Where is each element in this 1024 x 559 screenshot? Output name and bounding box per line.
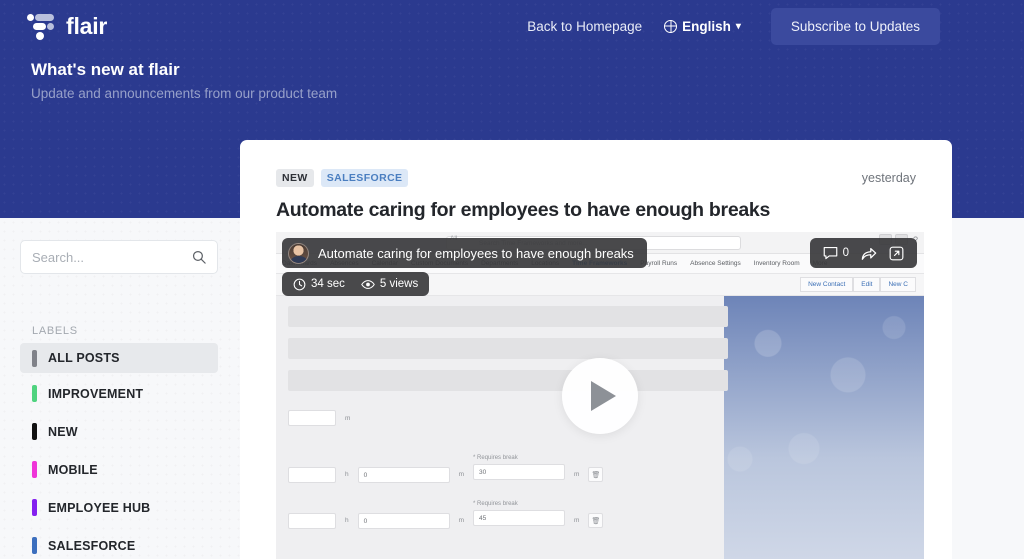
app-input	[288, 410, 336, 426]
app-right-panel	[724, 296, 924, 559]
app-field-label: * Requires break	[473, 455, 518, 461]
sidebar-item-new[interactable]: NEW	[20, 419, 218, 444]
sidebar-item-label: SALESFORCE	[48, 538, 136, 553]
app-input-minutes: 0	[357, 512, 450, 529]
search-input[interactable]	[32, 249, 192, 265]
post-title: Automate caring for employees to have en…	[276, 199, 770, 221]
label-color-swatch	[32, 349, 37, 367]
video-actions-overlay: 0	[809, 238, 917, 268]
label-color-swatch	[32, 385, 37, 402]
search-icon	[192, 250, 206, 264]
skeleton-bar	[288, 306, 728, 327]
app-input-break: 45	[473, 510, 566, 526]
app-nav-item: Inventory Room	[753, 260, 800, 267]
post-date: yesterday	[861, 171, 916, 185]
trash-icon: 🗑	[588, 513, 604, 528]
eye-icon	[361, 279, 375, 289]
label-color-swatch	[32, 461, 37, 478]
external-link-icon	[889, 246, 904, 260]
sidebar-item-label: IMPROVEMENT	[48, 386, 144, 401]
video-views: 5 views	[361, 278, 418, 291]
comment-count: 0	[842, 247, 849, 259]
sidebar-item-improvement[interactable]: IMPROVEMENT	[20, 381, 218, 406]
share-arrow-icon	[861, 247, 877, 260]
page-root: flair Back to Homepage English ▾ Subscri…	[0, 0, 1024, 559]
app-unit-label: m	[574, 517, 580, 524]
speech-bubble-icon	[823, 247, 837, 260]
post-meta: NEW SALESFORCE yesterday	[276, 169, 916, 187]
page-subtitle: Update and announcements from our produc…	[31, 86, 338, 101]
video-duration: 34 sec	[293, 278, 345, 291]
top-navigation: flair Back to Homepage English ▾ Subscri…	[0, 0, 1024, 52]
skeleton-bar	[288, 338, 728, 359]
play-button[interactable]	[562, 357, 638, 434]
video-duration-text: 34 sec	[311, 278, 345, 290]
app-unit-label: m	[574, 471, 580, 478]
label-color-swatch	[32, 537, 37, 554]
post-card: NEW SALESFORCE yesterday Automate caring…	[240, 140, 952, 559]
skeleton-bar	[288, 370, 728, 391]
app-input-break: 30	[473, 464, 566, 480]
label-color-swatch	[32, 423, 37, 440]
app-form-row: h 0 m * Requires break 45 m 🗑	[288, 501, 604, 531]
labels-list: ALL POSTS IMPROVEMENT NEW MOBILE EMPLOYE…	[20, 343, 218, 559]
app-input-minutes: 0	[357, 466, 450, 483]
search-box[interactable]	[20, 240, 218, 274]
label-color-swatch	[32, 499, 37, 516]
video-player[interactable]: Search Time Frameworks and more... All ?…	[276, 232, 924, 559]
app-unit-label: m	[345, 414, 351, 422]
expand-button[interactable]	[889, 246, 904, 261]
tag-salesforce[interactable]: SALESFORCE	[320, 169, 409, 187]
app-unit-label: h	[345, 517, 349, 524]
sidebar-item-all-posts[interactable]: ALL POSTS	[20, 343, 218, 373]
brand-name: flair	[66, 12, 108, 39]
video-views-text: 5 views	[379, 278, 419, 290]
trash-icon: 🗑	[588, 467, 604, 482]
app-input-hours	[288, 466, 336, 483]
sidebar-item-salesforce[interactable]: SALESFORCE	[20, 533, 218, 558]
app-form-row: h 0 m * Requires break 30 m 🗑	[288, 455, 604, 485]
subscribe-button[interactable]: Subscribe to Updates	[770, 7, 940, 45]
sidebar-item-label: ALL POSTS	[48, 351, 120, 365]
app-form-row: m	[288, 410, 359, 426]
clock-icon	[293, 278, 306, 290]
nav-right-group: Back to Homepage English ▾ Subscribe to …	[523, 7, 940, 45]
brand[interactable]: flair	[27, 11, 107, 41]
share-button[interactable]	[861, 246, 877, 261]
video-stats-overlay: 34 sec 5 views	[282, 272, 430, 296]
app-unit-label: m	[458, 471, 465, 478]
tag-new[interactable]: NEW	[276, 169, 314, 187]
sidebar-item-label: NEW	[48, 424, 78, 439]
language-selector[interactable]: English ▾	[664, 19, 741, 34]
app-unit-label: h	[345, 471, 349, 478]
video-title-overlay: Automate caring for employees to have en…	[282, 238, 647, 268]
app-button-new-c: New C	[880, 277, 916, 292]
app-button-edit: Edit	[853, 277, 881, 292]
app-unit-label: m	[458, 517, 465, 524]
back-to-homepage-link[interactable]: Back to Homepage	[523, 13, 646, 40]
flair-funnel-logo-icon	[27, 11, 57, 41]
play-triangle-icon	[591, 380, 616, 411]
sidebar-item-mobile[interactable]: MOBILE	[20, 457, 218, 482]
labels-heading: LABELS	[32, 325, 78, 337]
app-field-label: * Requires break	[473, 501, 518, 507]
globe-icon	[664, 19, 678, 33]
app-nav-item: Absence Settings	[690, 260, 741, 267]
language-label: English	[682, 18, 731, 34]
video-title-text: Automate caring for employees to have en…	[318, 245, 634, 261]
app-button-new-contact: New Contact	[800, 277, 854, 292]
comment-button[interactable]: 0	[823, 246, 849, 260]
app-action-buttons: New Contact Edit New C	[800, 277, 916, 292]
avatar	[288, 242, 309, 264]
sidebar: LABELS ALL POSTS IMPROVEMENT NEW MOBILE …	[0, 218, 240, 559]
page-title: What's new at flair	[31, 60, 180, 79]
sidebar-item-employee-hub[interactable]: EMPLOYEE HUB	[20, 495, 218, 520]
sidebar-item-label: MOBILE	[48, 462, 98, 477]
chevron-down-icon: ▾	[735, 20, 741, 32]
sidebar-item-label: EMPLOYEE HUB	[48, 500, 151, 515]
app-input-hours	[288, 512, 336, 529]
